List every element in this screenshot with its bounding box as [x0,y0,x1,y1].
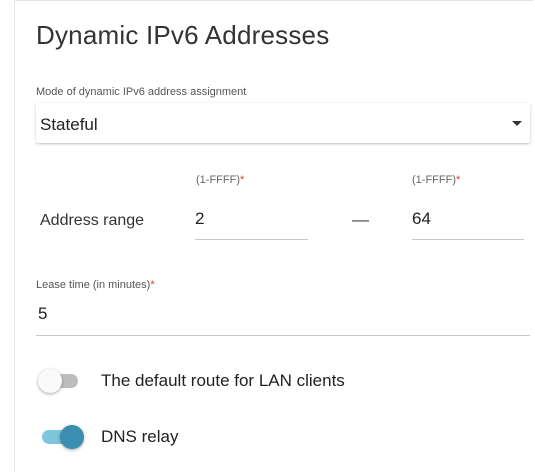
range-end-input[interactable]: 64 [412,209,431,229]
range-end-hint: (1-FFFF)* [412,174,460,186]
lease-time-input[interactable]: 5 [38,304,47,324]
mode-field-label: Mode of dynamic IPv6 address assignment [36,86,247,98]
lease-time-underline [36,335,530,336]
dns-relay-toggle[interactable] [38,425,84,449]
panel-top-border [14,0,533,1]
dropdown-arrow-icon [512,121,522,126]
toggle-knob [38,369,62,393]
mode-select[interactable]: Stateful [36,103,530,143]
mode-selected-value: Stateful [40,115,98,134]
dns-relay-label: DNS relay [101,427,179,446]
required-mark: * [239,174,245,186]
default-route-toggle[interactable] [38,369,82,393]
default-route-label: The default route for LAN clients [101,371,345,390]
toggle-knob [60,425,84,449]
range-start-hint: (1-FFFF)* [196,174,244,186]
lease-time-label: Lease time (in minutes)* [36,279,155,291]
range-start-hint-text: (1-FFFF) [196,174,240,186]
required-mark: * [455,174,461,186]
panel-left-border [14,0,15,472]
range-start-input[interactable]: 2 [195,209,204,229]
range-start-underline [195,239,308,240]
address-range-label: Address range [40,212,145,229]
page-title: Dynamic IPv6 Addresses [36,20,330,50]
range-separator: — [352,210,369,229]
lease-time-label-text: Lease time (in minutes) [36,279,151,291]
range-end-hint-text: (1-FFFF) [412,174,456,186]
required-mark: * [150,279,155,291]
range-end-underline [412,239,524,240]
